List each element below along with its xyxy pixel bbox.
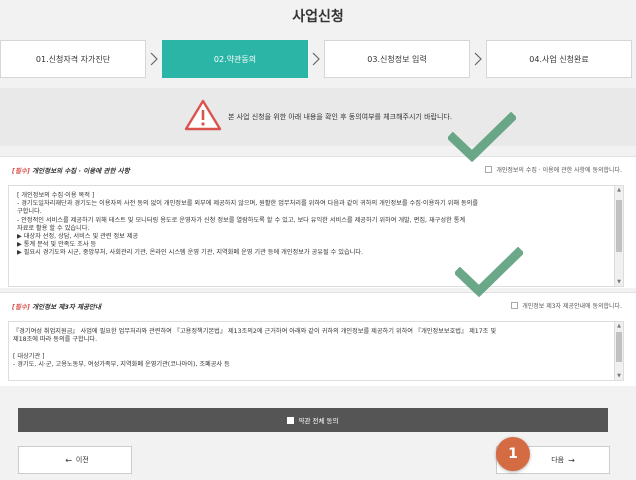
chevron-right-icon — [472, 50, 484, 68]
scrollbar[interactable]: ▲ ▼ — [614, 322, 623, 380]
warning-icon — [184, 99, 222, 135]
checkbox[interactable] — [287, 416, 295, 424]
text-line: 제18조에 따라 동의를 구합니다. — [13, 336, 98, 344]
text-line: 『경기여성 취업지원금』 사업에 필요한 업무처리와 관련하여 『고용정책기본법… — [13, 328, 497, 335]
text-line: - 경기도, 시·군, 고용노동부, 여성가족부, 지역화폐 운영기관(코나아이… — [13, 360, 230, 368]
step-4: 04.사업 신청완료 — [486, 40, 632, 78]
chevron-right-icon — [310, 50, 322, 68]
notice-banner: 본 사업 신청을 위한 아래 내용을 확인 후 동의여부를 체크해주시기 바랍니… — [0, 88, 636, 146]
text-line: 자료로 활용 할 수 있습니다. — [17, 224, 90, 232]
text-line: [ 대상기관 ] — [13, 352, 45, 360]
chevron-right-icon — [148, 50, 160, 68]
scroll-up-icon[interactable]: ▲ — [615, 186, 623, 194]
text-line: ▶ 대상자 선정, 상담, 서비스 및 관련 정보 제공 — [17, 233, 139, 241]
prev-label: 이전 — [75, 456, 89, 464]
scroll-thumb[interactable] — [616, 332, 622, 362]
section-title: [필수] 개인정보 제3자 제공안내 — [12, 301, 101, 311]
scroll-thumb[interactable] — [616, 200, 622, 252]
step-1: 01.신청자격 자가진단 — [0, 40, 146, 78]
checkbox[interactable] — [511, 302, 519, 309]
text-line: 구합니다. — [17, 208, 42, 216]
scroll-down-icon[interactable]: ▼ — [615, 372, 623, 380]
agree-privacy-collection-checkbox[interactable]: 개인정보의 수집 · 이용에 관한 사항에 동의합니다. — [485, 165, 622, 174]
step-number-badge: 1 — [496, 437, 530, 471]
section-title-text: 개인정보의 수집 · 이용에 관한 사항 — [29, 167, 130, 175]
scrollbar[interactable]: ▲ ▼ — [614, 186, 623, 286]
notice-text: 본 사업 신청을 위한 아래 내용을 확인 후 동의여부를 체크해주시기 바랍니… — [227, 113, 453, 121]
text-line: - 경기도일자리재단과 경기도는 이용자의 사전 동의 없이 개인정보를 외부에… — [17, 200, 479, 208]
checkbox[interactable] — [485, 166, 493, 173]
third-party-text[interactable]: 『경기여성 취업지원금』 사업에 필요한 업무처리와 관련하여 『고용정책기본법… — [8, 321, 624, 381]
text-line: - 안정적인 서비스를 제공하기 위해 테스트 및 모니터링 용도로 운영자가 … — [17, 216, 466, 224]
step-3: 03.신청정보 입력 — [324, 40, 470, 78]
checkmark-icon — [446, 111, 518, 166]
third-party-section: [필수] 개인정보 제3자 제공안내 개인정보 제3자 제공안내에 동의합니다.… — [0, 292, 636, 386]
prev-button[interactable]: ← 이전 — [18, 446, 132, 474]
agree-label: 개인정보 제3자 제공안내에 동의합니다. — [522, 303, 622, 310]
section-title: [필수] 개인정보의 수집 · 이용에 관한 사항 — [12, 165, 130, 175]
text-line: [ 개인정보의 수집·이용 목적 ] — [17, 192, 95, 199]
required-tag: [필수] — [12, 167, 30, 175]
scroll-up-icon[interactable]: ▲ — [615, 322, 623, 330]
page-title: 사업신청 — [292, 9, 344, 25]
step-2: 02.약관동의 — [162, 40, 308, 78]
arrow-left-icon: ← — [65, 455, 72, 465]
agree-label: 개인정보의 수집 · 이용에 관한 사항에 동의합니다. — [496, 167, 622, 174]
scroll-down-icon[interactable]: ▼ — [615, 278, 623, 286]
privacy-collection-text[interactable]: [ 개인정보의 수집·이용 목적 ] - 경기도일자리재단과 경기도는 이용자의… — [8, 185, 624, 287]
arrow-right-icon: → — [568, 455, 575, 465]
privacy-collection-section: [필수] 개인정보의 수집 · 이용에 관한 사항 개인정보의 수집 · 이용에… — [0, 156, 636, 288]
required-tag: [필수] — [12, 303, 30, 311]
next-label: 다음 — [551, 456, 565, 464]
agree-third-party-checkbox[interactable]: 개인정보 제3자 제공안내에 동의합니다. — [511, 301, 622, 310]
section-title-text: 개인정보 제3자 제공안내 — [29, 303, 102, 311]
checkmark-icon — [453, 246, 525, 301]
step-progress: 01.신청자격 자가진단 02.약관동의 03.신청정보 입력 04.사업 신청… — [0, 40, 636, 78]
text-line — [13, 344, 605, 352]
agree-all-label: 약관 전체 동의 — [298, 417, 339, 425]
agree-all-button[interactable]: 약관 전체 동의 — [18, 408, 608, 432]
